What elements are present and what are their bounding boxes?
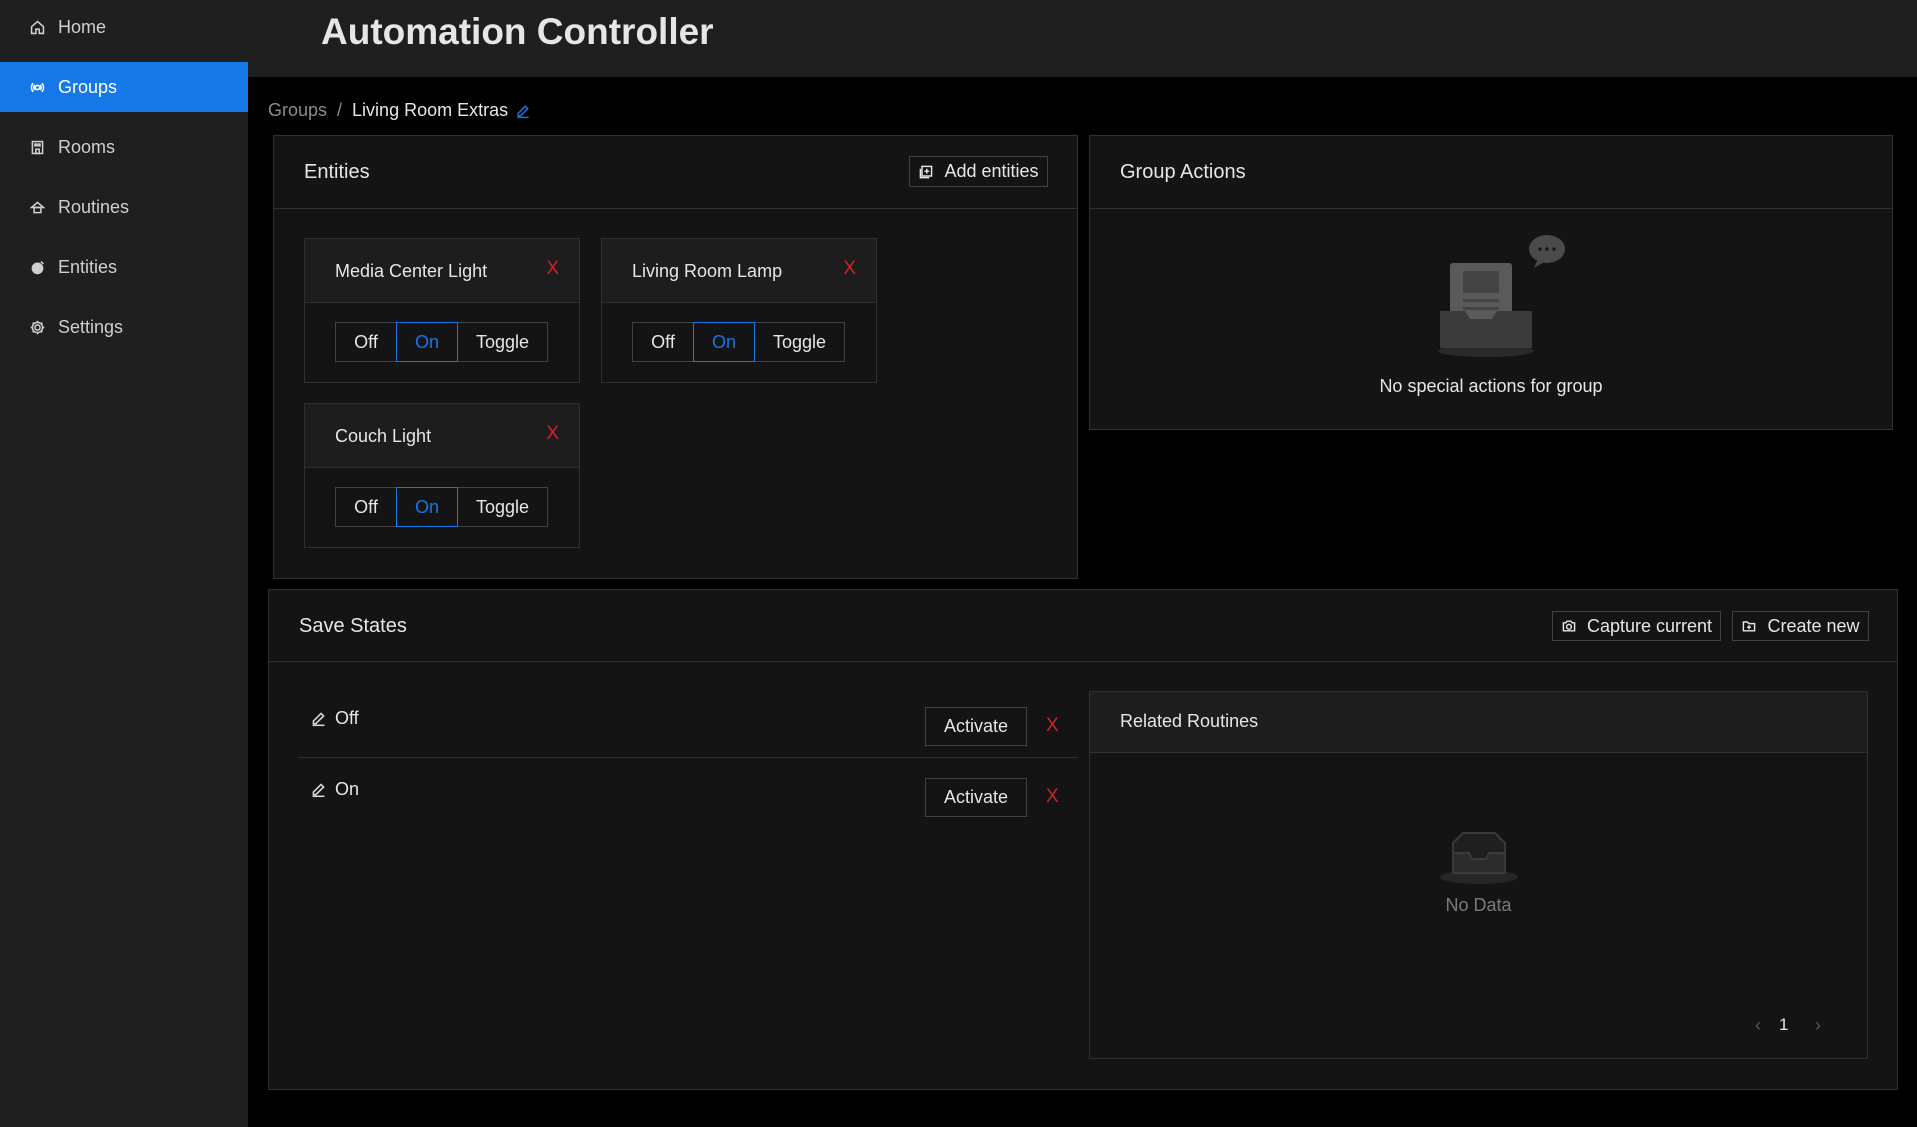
sidebar-item-label: Groups bbox=[58, 76, 118, 97]
entities-panel-title: Entities bbox=[304, 161, 370, 183]
sidebar-item-label: Entities bbox=[58, 256, 118, 277]
breadcrumb: Groups / Living Room Extras bbox=[268, 100, 531, 121]
add-box-icon bbox=[920, 165, 933, 178]
entity-card-header: Couch Light X bbox=[305, 404, 579, 468]
save-state-row: Off Activate X bbox=[298, 688, 1078, 758]
app-title: Automation Controller bbox=[321, 11, 714, 52]
state-toggle-button[interactable]: Toggle bbox=[457, 487, 548, 527]
save-state-label: On bbox=[335, 779, 360, 799]
sidebar-item-routines[interactable]: Routines bbox=[0, 182, 248, 232]
entity-state-selector: Off On Toggle bbox=[335, 322, 548, 362]
state-off-button[interactable]: Off bbox=[335, 487, 397, 527]
entities-panel-header: Entities Add entities bbox=[274, 136, 1077, 209]
related-routines-header: Related Routines bbox=[1090, 692, 1867, 753]
home-icon bbox=[28, 18, 46, 36]
breadcrumb-current: Living Room Extras bbox=[352, 100, 509, 120]
save-state-label: Off bbox=[335, 708, 359, 728]
state-toggle-button[interactable]: Toggle bbox=[754, 322, 845, 362]
state-on-button[interactable]: On bbox=[693, 322, 755, 362]
sidebar-item-groups[interactable]: Groups bbox=[0, 62, 248, 112]
save-states-header: Save States Capture current Create new bbox=[269, 590, 1897, 662]
entity-name: Couch Light bbox=[335, 426, 432, 446]
create-new-label: Create new bbox=[1767, 615, 1860, 636]
entity-card: Media Center Light X Off On Toggle bbox=[304, 238, 580, 383]
state-on-button[interactable]: On bbox=[396, 322, 458, 362]
sidebar-item-settings[interactable]: Settings bbox=[0, 302, 248, 352]
pagination-current-page[interactable]: 1 bbox=[1779, 1015, 1788, 1035]
camera-icon bbox=[1562, 620, 1576, 632]
sidebar-item-label: Routines bbox=[58, 196, 130, 217]
related-routines-empty-text: No Data bbox=[1445, 895, 1512, 915]
add-entities-label: Add entities bbox=[944, 161, 1039, 181]
breadcrumb-separator: / bbox=[337, 100, 343, 120]
state-toggle-button[interactable]: Toggle bbox=[457, 322, 548, 362]
entities-icon bbox=[28, 258, 46, 276]
entity-state-selector: Off On Toggle bbox=[335, 487, 548, 527]
sidebar-item-label: Home bbox=[58, 16, 107, 37]
breadcrumb-parent-link[interactable]: Groups bbox=[268, 100, 327, 121]
entity-card-header: Living Room Lamp X bbox=[602, 239, 876, 303]
state-off-button[interactable]: Off bbox=[335, 322, 397, 362]
delete-state-button[interactable]: X bbox=[1046, 786, 1059, 808]
state-off-button[interactable]: Off bbox=[632, 322, 694, 362]
remove-entity-button[interactable]: X bbox=[843, 258, 856, 280]
capture-current-button[interactable]: Capture current bbox=[1552, 611, 1721, 641]
gear-icon bbox=[28, 318, 46, 336]
entity-card-header: Media Center Light X bbox=[305, 239, 579, 303]
group-actions-panel: Group Actions No special actions for gro… bbox=[1089, 135, 1893, 430]
save-states-title: Save States bbox=[299, 615, 407, 637]
capture-current-label: Capture current bbox=[1586, 615, 1713, 636]
rooms-icon bbox=[28, 138, 46, 156]
create-new-button[interactable]: Create new bbox=[1732, 611, 1869, 641]
related-routines-title: Related Routines bbox=[1120, 711, 1259, 731]
activate-state-button[interactable]: Activate bbox=[925, 707, 1027, 746]
groups-icon bbox=[28, 78, 46, 96]
remove-entity-button[interactable]: X bbox=[546, 258, 559, 280]
sidebar-item-entities[interactable]: Entities bbox=[0, 242, 248, 292]
empty-box-icon bbox=[1440, 832, 1518, 884]
folder-add-icon bbox=[1743, 621, 1756, 632]
group-actions-header: Group Actions bbox=[1090, 136, 1892, 209]
group-actions-title: Group Actions bbox=[1120, 161, 1246, 183]
entity-name: Media Center Light bbox=[335, 261, 488, 281]
edit-state-icon[interactable] bbox=[310, 781, 327, 798]
sidebar: Home Groups Rooms Routines Entities Sett… bbox=[0, 0, 248, 1127]
remove-entity-button[interactable]: X bbox=[546, 423, 559, 445]
sidebar-item-label: Settings bbox=[58, 316, 124, 337]
chevron-right-icon[interactable]: › bbox=[1815, 1015, 1821, 1036]
entity-name: Living Room Lamp bbox=[632, 261, 783, 281]
entity-state-selector: Off On Toggle bbox=[632, 322, 845, 362]
entities-panel: Entities Add entities Media Center Light… bbox=[273, 135, 1078, 579]
edit-name-icon[interactable] bbox=[515, 103, 531, 119]
routines-icon bbox=[28, 198, 46, 216]
save-state-row: On Activate X bbox=[298, 759, 1078, 829]
edit-state-icon[interactable] bbox=[310, 710, 327, 727]
entity-card: Couch Light X Off On Toggle bbox=[304, 403, 580, 548]
chevron-left-icon[interactable]: ‹ bbox=[1755, 1015, 1761, 1036]
header: Automation Controller bbox=[248, 0, 1917, 77]
sidebar-item-home[interactable]: Home bbox=[0, 2, 248, 52]
empty-inbox-illustration-icon bbox=[1438, 235, 1565, 357]
delete-state-button[interactable]: X bbox=[1046, 715, 1059, 737]
add-entities-button[interactable]: Add entities bbox=[909, 156, 1048, 187]
sidebar-item-rooms[interactable]: Rooms bbox=[0, 122, 248, 172]
related-routines-panel: Related Routines No Data ‹ 1 › bbox=[1089, 691, 1868, 1059]
group-actions-empty-text: No special actions for group bbox=[1379, 376, 1603, 396]
activate-state-button[interactable]: Activate bbox=[925, 778, 1027, 817]
sidebar-item-label: Rooms bbox=[58, 136, 116, 157]
state-on-button[interactable]: On bbox=[396, 487, 458, 527]
entity-card: Living Room Lamp X Off On Toggle bbox=[601, 238, 877, 383]
